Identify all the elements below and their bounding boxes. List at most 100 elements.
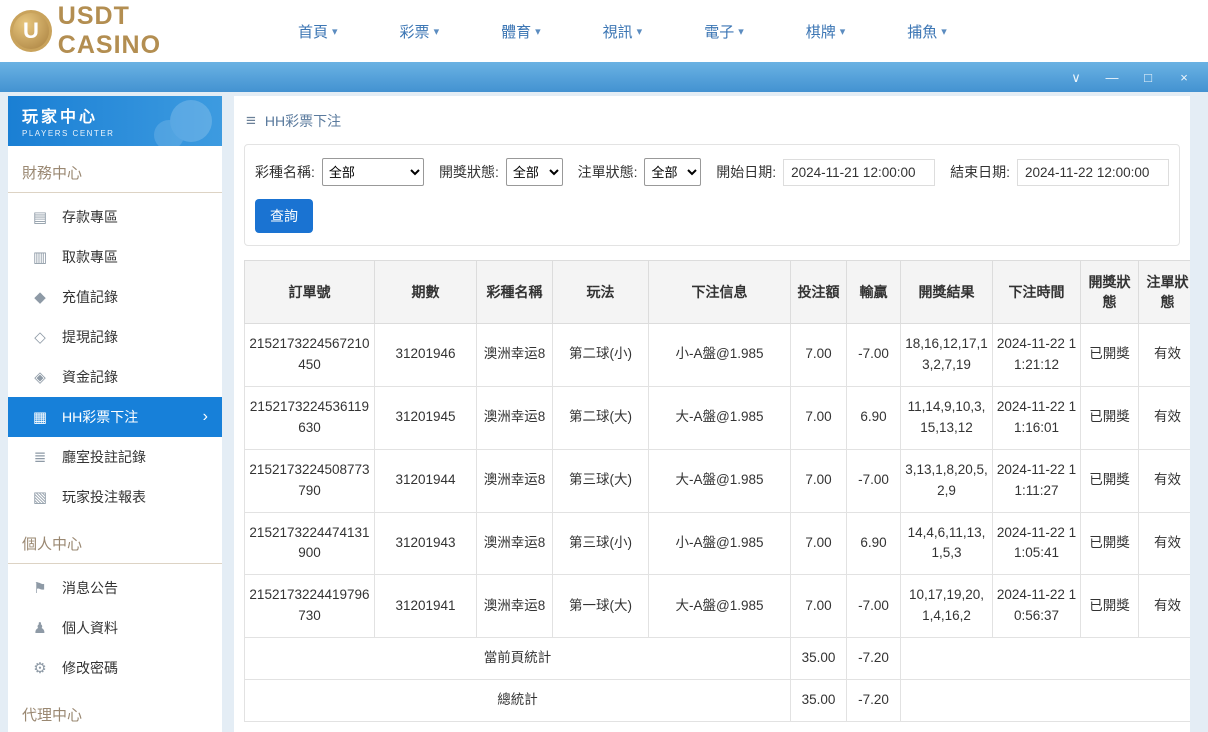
cell-draw-result: 18,16,12,17,13,2,7,19: [900, 323, 993, 387]
nav-item-home[interactable]: 首頁 ▾: [298, 21, 338, 42]
cell-period: 31201941: [374, 574, 477, 639]
nav-item-sports[interactable]: 體育 ▾: [501, 21, 541, 42]
draw-status-select[interactable]: 全部: [505, 158, 563, 186]
minimize-icon[interactable]: —: [1104, 71, 1120, 84]
cell-draw-status: 已開獎: [1080, 323, 1139, 387]
cashout-icon: ◇: [34, 329, 46, 346]
table-row: 2152173224508773790 31201944 澳洲幸运8 第三球(大…: [244, 448, 1190, 513]
page-stats-bet: 35.00: [790, 637, 847, 681]
cell-winloss: 6.90: [846, 511, 901, 576]
table-header-row: 訂單號 期數 彩種名稱 玩法 下注信息 投注額 輸贏 開獎結果 下注時間 開獎狀…: [244, 260, 1190, 324]
sidebar-item-player-bet-report[interactable]: ▧ 玩家投注報表: [8, 477, 222, 517]
nav-label: 棋牌: [805, 23, 836, 41]
sidebar-item-label: 存款專區: [62, 209, 118, 225]
total-stats-row: 總統計 35.00 -7.20: [244, 679, 1190, 723]
chevron-down-icon: ▾: [738, 25, 744, 38]
chevron-down-icon: ▾: [433, 25, 440, 38]
table-row: 2152173224474131900 31201943 澳洲幸运8 第三球(小…: [244, 511, 1190, 576]
nav-item-slots[interactable]: 電子 ▾: [704, 21, 744, 42]
col-play-type: 玩法: [552, 260, 649, 324]
lottery-name-select[interactable]: 全部: [321, 158, 424, 186]
col-lottery-name: 彩種名稱: [476, 260, 553, 324]
start-date-input[interactable]: [783, 158, 936, 186]
cell-bet-time: 2024-11-22 11:05:41: [992, 511, 1081, 576]
nav-item-cards[interactable]: 棋牌 ▾: [806, 21, 846, 42]
cell-bet-amount: 7.00: [790, 574, 847, 639]
sidebar-item-change-password[interactable]: ⚙ 修改密碼: [8, 648, 222, 688]
top-header: U USDT CASINO 首頁 ▾ 彩票 ▾ 體育 ▾ 視訊 ▾ 電子 ▾ 棋…: [0, 0, 1208, 62]
cell-bet-info: 大-A盤@1.985: [648, 385, 791, 450]
cell-winloss: -7.00: [846, 448, 901, 513]
sidebar-item-announcements[interactable]: ⚑ 消息公告: [8, 568, 222, 608]
cell-lottery-name: 澳洲幸运8: [476, 574, 553, 639]
cell-order-status: 有效: [1138, 511, 1190, 576]
col-order-status: 注單狀態: [1138, 260, 1190, 324]
close-icon[interactable]: ×: [1176, 71, 1192, 84]
nav-item-fishing[interactable]: 捕魚 ▾: [907, 21, 947, 42]
page-stats-label: 當前頁統計: [244, 637, 791, 681]
col-order-no: 訂單號: [244, 260, 375, 324]
cell-order-status: 有效: [1138, 448, 1190, 513]
start-date-label: 開始日期:: [716, 164, 777, 180]
sidebar-item-deposit[interactable]: ▤ 存款專區: [8, 197, 222, 237]
chevron-down-icon: ▾: [636, 25, 643, 38]
sidebar-item-recharge-records[interactable]: ◆ 充值記錄: [8, 277, 222, 317]
cell-order-no: 2152173224508773790: [244, 448, 375, 513]
cell-bet-amount: 7.00: [790, 323, 847, 387]
announcement-icon: ⚑: [33, 580, 47, 597]
cell-order-no: 2152173224567210450: [244, 323, 375, 387]
recharge-icon: ◆: [34, 289, 46, 306]
nav-item-video[interactable]: 視訊 ▾: [603, 21, 643, 42]
bets-table-wrapper: 訂單號 期數 彩種名稱 玩法 下注信息 投注額 輸贏 開獎結果 下注時間 開獎狀…: [244, 260, 1190, 723]
cell-lottery-name: 澳洲幸运8: [476, 323, 553, 387]
total-stats-empty: [900, 679, 1190, 723]
order-status-label: 注單狀態:: [577, 164, 638, 180]
cell-bet-time: 2024-11-22 10:56:37: [992, 574, 1081, 639]
nav-label: 捕魚: [907, 23, 938, 41]
sidebar-item-fund-records[interactable]: ◈ 資金記錄: [8, 357, 222, 397]
cell-winloss: -7.00: [846, 574, 901, 639]
cell-draw-status: 已開獎: [1080, 385, 1139, 450]
sidebar-item-label: 資金記錄: [62, 369, 118, 385]
cell-order-status: 有效: [1138, 574, 1190, 639]
sidebar-item-label: 提現記錄: [62, 329, 118, 345]
maximize-icon[interactable]: □: [1140, 71, 1156, 84]
sidebar: 玩家中心 PLAYERS CENTER 財務中心 ▤ 存款專區 ▥ 取款專區 ◆…: [8, 96, 222, 732]
filter-panel: 彩種名稱: 全部 開獎狀態: 全部 注單狀態: 全部 開始日期: 結束日期: 查…: [244, 144, 1180, 246]
sidebar-item-hall-bet-records[interactable]: ≣ 廳室投註記錄: [8, 437, 222, 477]
cell-order-no: 2152173224419796730: [244, 574, 375, 639]
collapse-icon[interactable]: ∨: [1068, 71, 1084, 84]
nav-label: 電子: [704, 23, 735, 41]
end-date-input[interactable]: [1017, 158, 1170, 186]
nav-item-lottery[interactable]: 彩票 ▾: [400, 21, 440, 42]
order-status-select[interactable]: 全部: [644, 158, 702, 186]
hamburger-icon[interactable]: ≡: [246, 111, 256, 131]
sidebar-item-label: 廳室投註記錄: [62, 449, 146, 465]
players-center-banner: 玩家中心 PLAYERS CENTER: [8, 96, 222, 146]
nav-label: 首頁: [298, 23, 329, 41]
cell-draw-result: 14,4,6,11,13,1,5,3: [900, 511, 993, 576]
sidebar-item-cashout-records[interactable]: ◇ 提現記錄: [8, 317, 222, 357]
sidebar-item-label: 消息公告: [62, 580, 118, 596]
report-icon: ▧: [32, 489, 48, 506]
table-row: 2152173224536119630 31201945 澳洲幸运8 第二球(大…: [244, 385, 1190, 450]
cell-bet-info: 小-A盤@1.985: [648, 323, 791, 387]
profile-icon: ♟: [33, 620, 47, 637]
sidebar-item-hh-lottery-bets[interactable]: ▦ HH彩票下注 ›: [8, 397, 222, 437]
cell-order-no: 2152173224536119630: [244, 385, 375, 450]
table-row: 2152173224419796730 31201941 澳洲幸运8 第一球(大…: [244, 574, 1190, 639]
sidebar-item-label: 玩家投注報表: [62, 489, 146, 505]
sidebar-item-label: 充值記錄: [62, 289, 118, 305]
nav-label: 視訊: [602, 23, 633, 41]
total-stats-label: 總統計: [244, 679, 791, 723]
withdraw-icon: ▥: [32, 249, 48, 266]
lottery-bets-icon: ▦: [32, 409, 48, 426]
draw-status-label: 開獎狀態:: [438, 164, 499, 180]
sidebar-item-withdraw[interactable]: ▥ 取款專區: [8, 237, 222, 277]
cell-bet-time: 2024-11-22 11:21:12: [992, 323, 1081, 387]
sidebar-item-profile[interactable]: ♟ 個人資料: [8, 608, 222, 648]
brand-logo[interactable]: U USDT CASINO: [10, 2, 240, 60]
query-button[interactable]: 查詢: [255, 199, 313, 233]
cell-play-type: 第三球(大): [552, 448, 649, 513]
chevron-down-icon: ▾: [941, 25, 947, 38]
